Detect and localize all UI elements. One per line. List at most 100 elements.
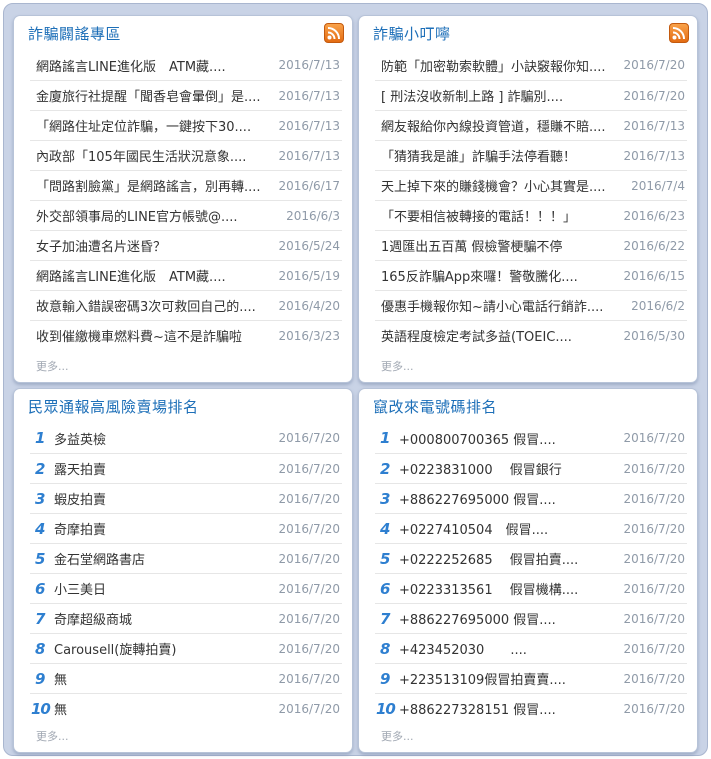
list-item[interactable]: 天上掉下來的賺錢機會？小心其實是.... 2016/7/4 [375,170,687,200]
ranking-entry-link[interactable]: +223513109假冒拍賣賣.... [397,669,623,688]
date-label: 2016/7/20 [278,521,340,536]
list-item[interactable]: 英語程度檢定考試多益(TOEIC.... 2016/5/30 [375,320,687,350]
ranking-row[interactable]: 9 無 2016/7/20 [30,663,342,693]
list-item[interactable]: 優惠手機報你知~請小心電話行銷詐.... 2016/6/2 [375,290,687,320]
article-link[interactable]: 165反詐騙App來囉！警敬騰化.... [375,266,623,285]
article-link[interactable]: 外交部領事局的LINE官方帳號@.... [30,206,286,225]
list-item[interactable]: 「不要相信被轉接的電話！！！」 2016/6/23 [375,200,687,230]
list-item[interactable]: 防範「加密勒索軟體」小訣竅報你知.... 2016/7/20 [375,50,687,80]
ranking-row[interactable]: 6 小三美日 2016/7/20 [30,573,342,603]
date-label: 2016/7/20 [278,701,340,716]
ranking-row[interactable]: 10 +886227328151 假冒.... 2016/7/20 [375,693,687,723]
panel-risky-stores: 民眾通報高風險賣場排名 1 多益英檢 2016/7/20 2 露天拍賣 2016/7/20… [13,388,353,753]
list-item[interactable]: 女子加油遭名片迷昏？ 2016/5/24 [30,230,342,260]
article-link[interactable]: 女子加油遭名片迷昏？ [30,236,278,255]
rss-feed-icon[interactable] [669,23,689,43]
more-link[interactable]: 更多... [36,358,69,374]
ranking-entry-link[interactable]: 金石堂網路書店 [52,549,278,568]
list-item[interactable]: 165反詐騙App來囉！警敬騰化.... 2016/6/15 [375,260,687,290]
more-link[interactable]: 更多... [36,728,69,744]
list-item[interactable]: 網友報給你內線投資管道，穩賺不賠.... 2016/7/13 [375,110,687,140]
article-link[interactable]: 網路謠言LINE進化版 ATM藏.... [30,266,278,285]
article-link[interactable]: 網友報給你內線投資管道，穩賺不賠.... [375,116,623,135]
ranking-entry-link[interactable]: +0223313561 假冒機構.... [397,579,623,598]
ranking-row[interactable]: 8 Carousell(旋轉拍賣) 2016/7/20 [30,633,342,663]
ranking-row[interactable]: 6 +0223313561 假冒機構.... 2016/7/20 [375,573,687,603]
ranking-row[interactable]: 2 +0223831000 假冒銀行 2016/7/20 [375,453,687,483]
ranking-row[interactable]: 7 +886227695000 假冒.... 2016/7/20 [375,603,687,633]
article-link[interactable]: 金廈旅行社提醒「聞香皂會暈倒」是.... [30,86,278,105]
date-label: 2016/7/20 [278,491,340,506]
ranking-entry-link[interactable]: +886227328151 假冒.... [397,699,623,718]
more-link[interactable]: 更多... [381,728,414,744]
date-label: 2016/7/20 [278,671,340,686]
ranking-entry-link[interactable]: 小三美日 [52,579,278,598]
article-link[interactable]: 「猜猜我是誰」詐騙手法停看聽！ [375,146,623,165]
ranking-row[interactable]: 4 +0227410504 假冒.... 2016/7/20 [375,513,687,543]
ranking-row[interactable]: 7 奇摩超級商城 2016/7/20 [30,603,342,633]
ranking-row[interactable]: 5 +0222252685 假冒拍賣.... 2016/7/20 [375,543,687,573]
ranking-row[interactable]: 10 無 2016/7/20 [30,693,342,723]
ranking-entry-link[interactable]: +0223831000 假冒銀行 [397,459,623,478]
ranking-row[interactable]: 2 露天拍賣 2016/7/20 [30,453,342,483]
article-link[interactable]: 優惠手機報你知~請小心電話行銷詐.... [375,296,631,315]
article-link[interactable]: 故意輸入錯誤密碼3次可救回自己的.... [30,296,278,315]
rss-feed-icon[interactable] [324,23,344,43]
date-label: 2016/7/20 [278,551,340,566]
article-link[interactable]: 網路謠言LINE進化版 ATM藏.... [30,56,278,75]
ranking-row[interactable]: 3 +886227695000 假冒.... 2016/7/20 [375,483,687,513]
list-item[interactable]: 外交部領事局的LINE官方帳號@.... 2016/6/3 [30,200,342,230]
list-item[interactable]: 網路謠言LINE進化版 ATM藏.... 2016/7/13 [30,50,342,80]
panel-title: 詐騙闢謠專區 [28,25,122,43]
article-link[interactable]: 收到催繳機車燃料費~這不是詐騙啦 [30,326,278,345]
list-item[interactable]: 網路謠言LINE進化版 ATM藏.... 2016/5/19 [30,260,342,290]
ranking-entry-link[interactable]: +0222252685 假冒拍賣.... [397,549,623,568]
article-link[interactable]: 天上掉下來的賺錢機會？小心其實是.... [375,176,631,195]
article-link[interactable]: 內政部「105年國民生活狀況意象.... [30,146,278,165]
list-item[interactable]: 「猜猜我是誰」詐騙手法停看聽！ 2016/7/13 [375,140,687,170]
list-item[interactable]: 內政部「105年國民生活狀況意象.... 2016/7/13 [30,140,342,170]
article-link[interactable]: [ 刑法沒收新制上路 ] 詐騙別.... [375,86,623,105]
ranking-entry-link[interactable]: Carousell(旋轉拍賣) [52,639,278,658]
article-link[interactable]: 「問路割臉黨」是網路謠言，別再轉.... [30,176,278,195]
ranking-row[interactable]: 5 金石堂網路書店 2016/7/20 [30,543,342,573]
panel-fraud-rumors: 詐騙闢謠專區 網路謠言LINE進化版 ATM藏.... 2016/7/13 金廈旅行… [13,15,353,383]
ranking-entry-link[interactable]: 多益英檢 [52,429,278,448]
article-link[interactable]: 1週匯出五百萬 假檢警梗騙不停 [375,236,623,255]
list-item[interactable]: 1週匯出五百萬 假檢警梗騙不停 2016/6/22 [375,230,687,260]
article-link[interactable]: 防範「加密勒索軟體」小訣竅報你知.... [375,56,623,75]
ranking-entry-link[interactable]: +886227695000 假冒.... [397,489,623,508]
article-link[interactable]: 「網路住址定位詐騙，一鍵按下30.... [30,116,278,135]
list-item[interactable]: 收到催繳機車燃料費~這不是詐騙啦 2016/3/23 [30,320,342,350]
date-label: 2016/7/20 [623,611,685,626]
ranking-entry-link[interactable]: 露天拍賣 [52,459,278,478]
ranking-entry-link[interactable]: +000800700365 假冒.... [397,429,623,448]
article-link[interactable]: 「不要相信被轉接的電話！！！」 [375,206,623,225]
date-label: 2016/7/13 [623,148,685,163]
date-label: 2016/6/2 [631,298,685,313]
ranking-entry-link[interactable]: +0227410504 假冒.... [397,519,623,538]
ranking-entry-link[interactable]: 蝦皮拍賣 [52,489,278,508]
ranking-entry-link[interactable]: 奇摩拍賣 [52,519,278,538]
ranking-row[interactable]: 8 +423452030 .... 2016/7/20 [375,633,687,663]
ranking-entry-link[interactable]: +423452030 .... [397,639,623,658]
list-item[interactable]: 故意輸入錯誤密碼3次可救回自己的.... 2016/4/20 [30,290,342,320]
ranking-row[interactable]: 3 蝦皮拍賣 2016/7/20 [30,483,342,513]
list-item[interactable]: 金廈旅行社提醒「聞香皂會暈倒」是.... 2016/7/13 [30,80,342,110]
ranking-entry-link[interactable]: 無 [52,699,278,718]
ranking-row[interactable]: 1 +000800700365 假冒.... 2016/7/20 [375,423,687,453]
list-item[interactable]: 「問路割臉黨」是網路謠言，別再轉.... 2016/6/17 [30,170,342,200]
date-label: 2016/7/13 [623,118,685,133]
ranking-entry-link[interactable]: +886227695000 假冒.... [397,609,623,628]
list-item[interactable]: [ 刑法沒收新制上路 ] 詐騙別.... 2016/7/20 [375,80,687,110]
ranking-entry-link[interactable]: 奇摩超級商城 [52,609,278,628]
list-item[interactable]: 「網路住址定位詐騙，一鍵按下30.... 2016/7/13 [30,110,342,140]
ranking-row[interactable]: 9 +223513109假冒拍賣賣.... 2016/7/20 [375,663,687,693]
ranking-entry-link[interactable]: 無 [52,669,278,688]
more-link[interactable]: 更多... [381,358,414,374]
ranking-row[interactable]: 1 多益英檢 2016/7/20 [30,423,342,453]
article-link[interactable]: 英語程度檢定考試多益(TOEIC.... [375,326,623,345]
date-label: 2016/5/24 [278,238,340,253]
rank-number: 3 [35,489,46,508]
ranking-row[interactable]: 4 奇摩拍賣 2016/7/20 [30,513,342,543]
